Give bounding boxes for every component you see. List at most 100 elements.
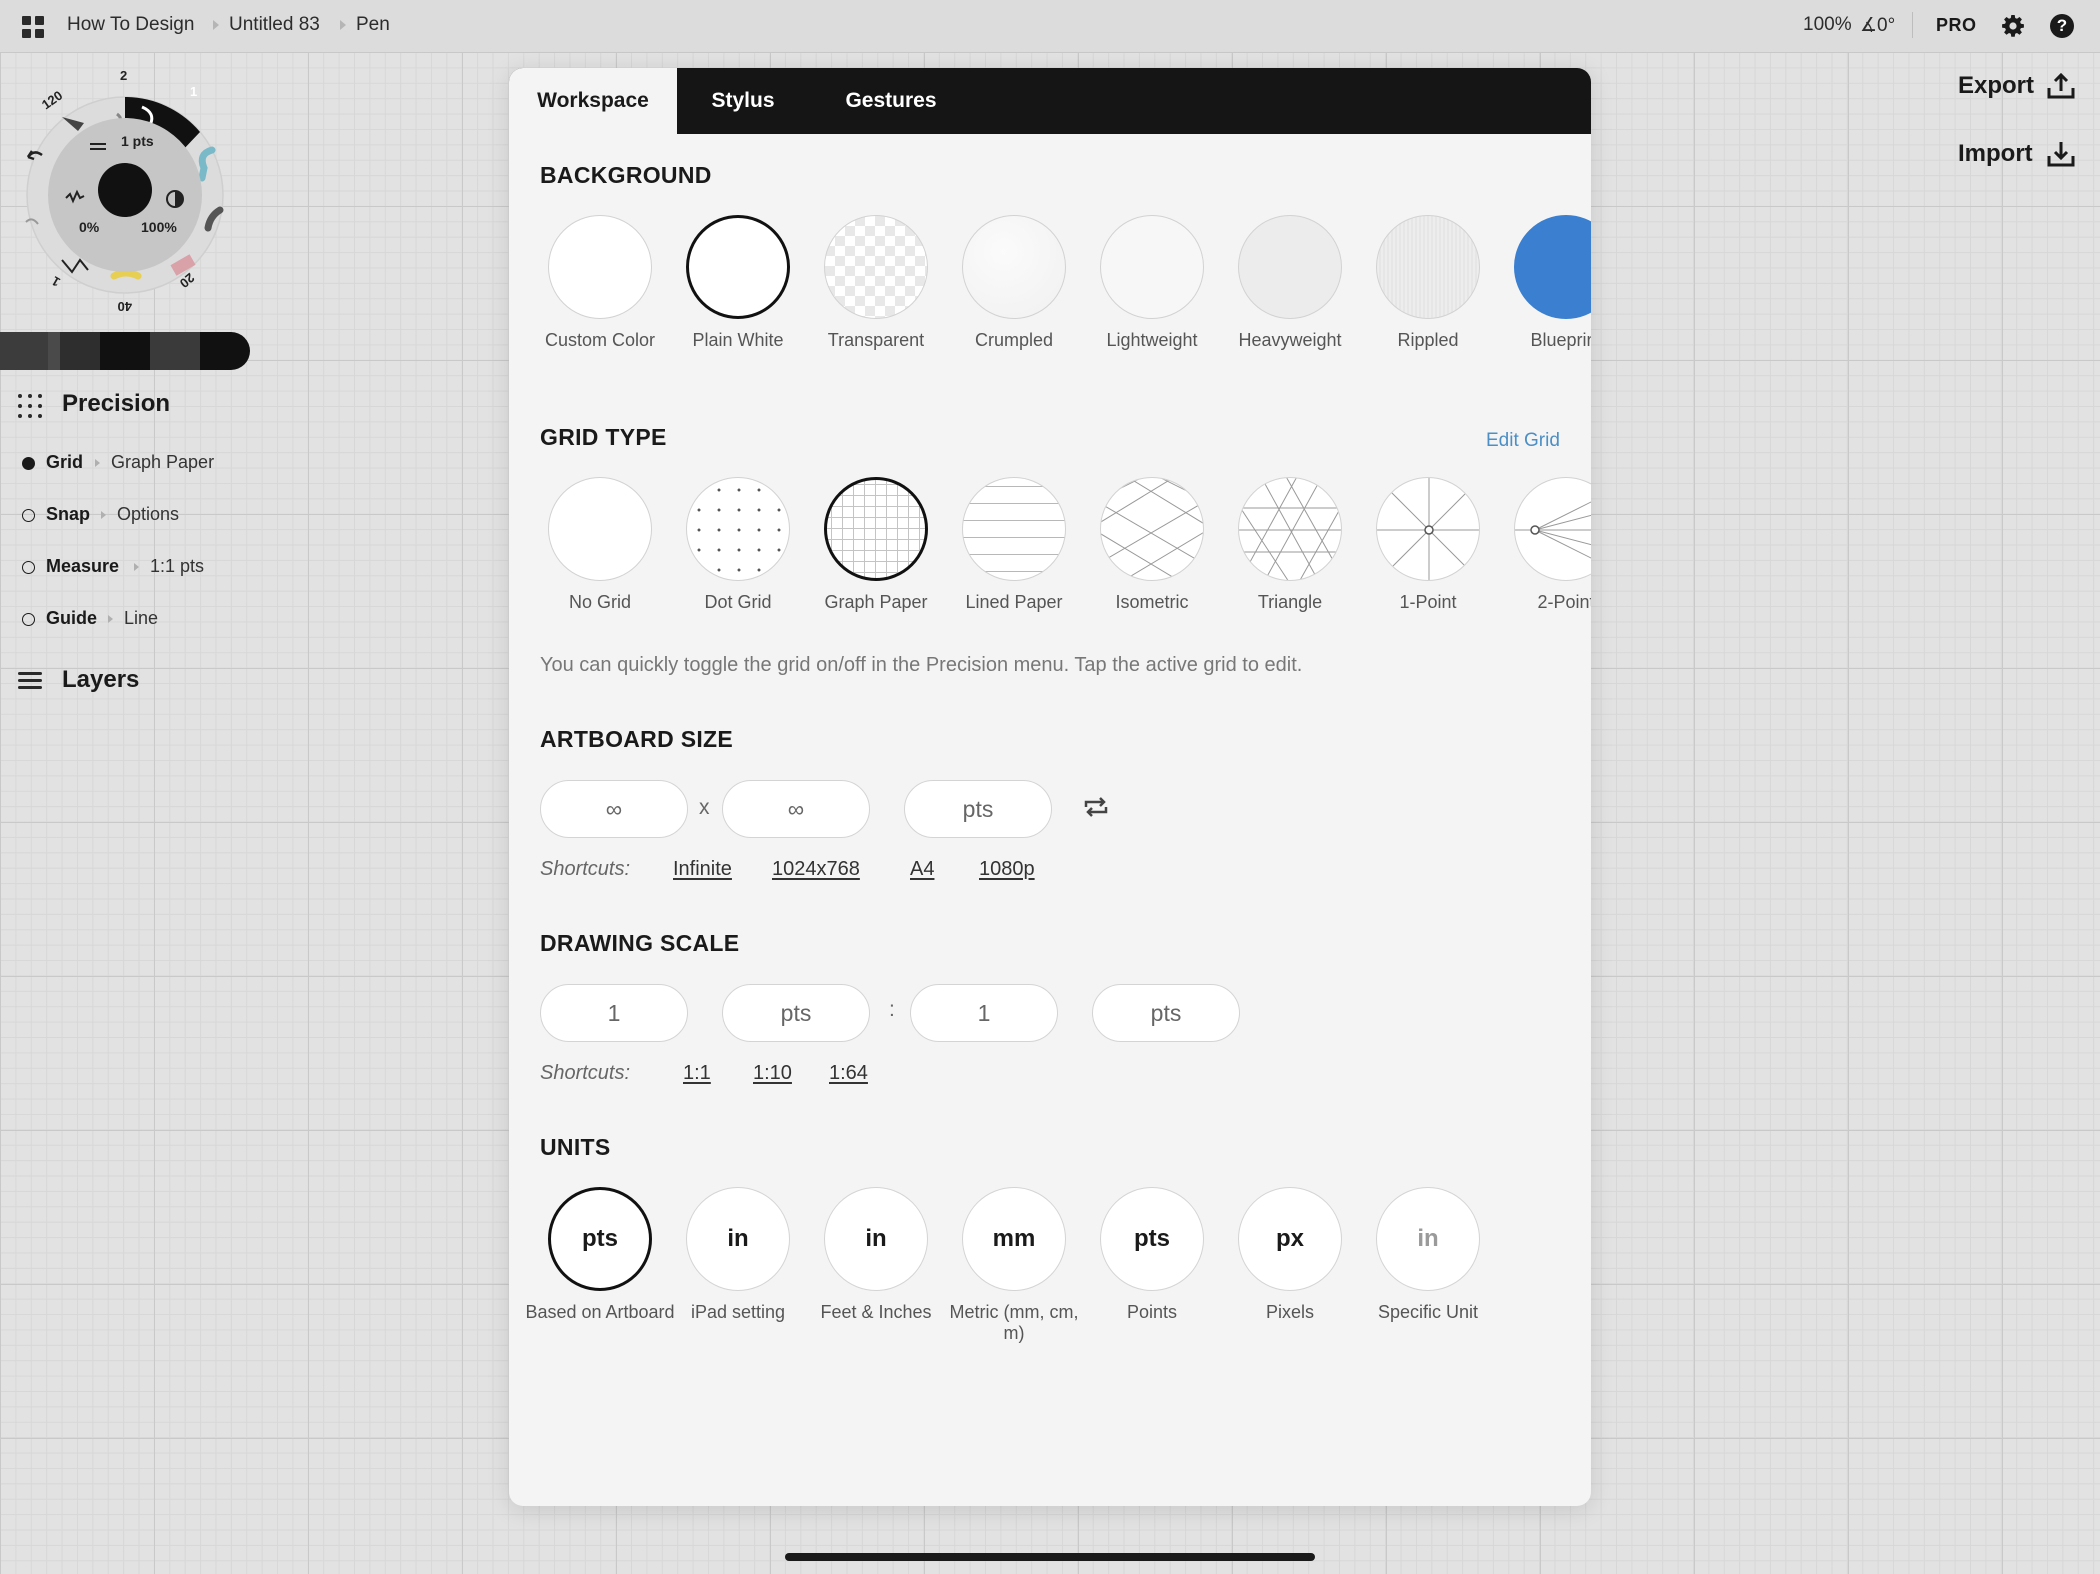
- unit-label: Specific Unit: [1377, 1302, 1479, 1322]
- background-rippled[interactable]: [1376, 215, 1480, 319]
- guide-toggle-dot[interactable]: [22, 613, 35, 626]
- artboard-shortcut-a4[interactable]: A4: [910, 858, 934, 881]
- help-icon[interactable]: ?: [2050, 14, 2074, 38]
- precision-title: Precision: [62, 390, 171, 417]
- tab-stylus[interactable]: Stylus: [677, 68, 809, 134]
- background-transparent[interactable]: [824, 215, 928, 319]
- brush-wheel[interactable]: 1 pts 0% 100% 120 2 1 40 20 1: [22, 62, 252, 312]
- background-blueprint[interactable]: [1514, 215, 1591, 319]
- gear-icon[interactable]: [2001, 14, 2025, 38]
- artboard-unit-select[interactable]: pts: [904, 780, 1052, 838]
- chevron-right-icon: [134, 563, 139, 571]
- swatch-label: No Grid: [568, 592, 631, 612]
- unit-label: iPad setting: [690, 1302, 786, 1322]
- measure-toggle-dot[interactable]: [22, 561, 35, 574]
- grid-one-point[interactable]: [1376, 477, 1480, 581]
- scale-right-unit-select[interactable]: pts: [1092, 984, 1240, 1042]
- color-palette-bar[interactable]: [0, 332, 250, 370]
- breadcrumb-separator: [340, 20, 346, 30]
- brush-opacity-label[interactable]: 0%: [79, 219, 100, 235]
- artboard-height-field[interactable]: ∞: [722, 780, 870, 838]
- zoom-level[interactable]: 100%: [1803, 14, 1852, 36]
- grid-two-point[interactable]: [1514, 477, 1591, 581]
- background-heavyweight[interactable]: [1238, 215, 1342, 319]
- preset-label: 120: [39, 88, 65, 113]
- edit-grid-link[interactable]: Edit Grid: [1486, 430, 1560, 452]
- export-label: Export: [1958, 72, 2035, 99]
- swatch-label: Blueprint: [1530, 330, 1591, 350]
- scale-right-value-field[interactable]: 1: [910, 984, 1058, 1042]
- swatch-label: Transparent: [827, 330, 925, 350]
- breadcrumb-gallery[interactable]: How To Design: [67, 14, 194, 36]
- scale-shortcuts-label: Shortcuts:: [540, 1062, 631, 1084]
- pro-badge[interactable]: PRO: [1936, 15, 1977, 36]
- grid-type-section-title: GRID TYPE: [540, 424, 667, 450]
- precision-row-value[interactable]: Options: [117, 504, 179, 525]
- grid-dot-grid[interactable]: [686, 477, 790, 581]
- tab-workspace[interactable]: Workspace: [509, 68, 677, 134]
- swatch-label: Rippled: [1397, 330, 1459, 350]
- artboard-width-field[interactable]: ∞: [540, 780, 688, 838]
- unit-ipad-setting[interactable]: in: [686, 1187, 790, 1291]
- background-lightweight[interactable]: [1100, 215, 1204, 319]
- breadcrumb-drawing[interactable]: Untitled 83: [229, 14, 320, 36]
- divider: [1912, 12, 1913, 38]
- preset-label: 1: [49, 273, 63, 290]
- rotation-angle[interactable]: ∡0°: [1860, 14, 1895, 37]
- unit-pixels[interactable]: px: [1238, 1187, 1342, 1291]
- grid-no-grid[interactable]: [548, 477, 652, 581]
- home-indicator[interactable]: [785, 1553, 1315, 1561]
- background-plain-white[interactable]: [686, 215, 790, 319]
- breadcrumb-tool[interactable]: Pen: [356, 14, 390, 36]
- artboard-section-title: ARTBOARD SIZE: [540, 726, 734, 752]
- precision-row-value[interactable]: Line: [124, 608, 158, 629]
- unit-metric[interactable]: mm: [962, 1187, 1066, 1291]
- unit-specific-unit[interactable]: in: [1376, 1187, 1480, 1291]
- unit-based-on-artboard[interactable]: pts: [548, 1187, 652, 1291]
- triangle-pattern-icon: [1239, 478, 1341, 580]
- scale-shortcut-1-10[interactable]: 1:10: [753, 1062, 792, 1085]
- precision-row-name: Grid: [46, 452, 84, 472]
- artboard-shortcut-infinite[interactable]: Infinite: [673, 858, 732, 881]
- chevron-right-icon: [101, 511, 106, 519]
- grid-toggle-dot[interactable]: [22, 457, 35, 470]
- precision-row-name: Guide: [46, 608, 98, 628]
- dimension-separator: x: [699, 796, 710, 819]
- chevron-right-icon: [95, 459, 100, 467]
- precision-row-value[interactable]: 1:1 pts: [150, 556, 204, 577]
- background-custom-color[interactable]: [548, 215, 652, 319]
- drawing-scale-section-title: DRAWING SCALE: [540, 930, 740, 956]
- grid-graph-paper[interactable]: [824, 477, 928, 581]
- breadcrumb-separator: [213, 20, 219, 30]
- swatch-label: 1-Point: [1399, 592, 1457, 612]
- scale-shortcut-1-1[interactable]: 1:1: [683, 1062, 711, 1085]
- background-section-title: BACKGROUND: [540, 162, 712, 188]
- swatch-label: 2-Point: [1537, 592, 1591, 612]
- background-crumpled[interactable]: [962, 215, 1066, 319]
- artboard-shortcut-1080p[interactable]: 1080p: [979, 858, 1035, 881]
- scale-left-value-field[interactable]: 1: [540, 984, 688, 1042]
- preset-label: 40: [118, 299, 132, 312]
- tab-gestures[interactable]: Gestures: [809, 68, 973, 134]
- grid-lined-paper[interactable]: [962, 477, 1066, 581]
- precision-icon: [18, 394, 42, 418]
- snap-toggle-dot[interactable]: [22, 509, 35, 522]
- isometric-pattern-icon: [1101, 478, 1203, 580]
- scale-left-unit-select[interactable]: pts: [722, 984, 870, 1042]
- swatch-label: Dot Grid: [704, 592, 772, 612]
- scale-shortcut-1-64[interactable]: 1:64: [829, 1062, 868, 1085]
- chevron-right-icon: [108, 615, 113, 623]
- brush-size-label[interactable]: 1 pts: [121, 133, 154, 149]
- brush-smoothing-label[interactable]: 100%: [141, 219, 177, 235]
- unit-feet-inches[interactable]: in: [824, 1187, 928, 1291]
- unit-points[interactable]: pts: [1100, 1187, 1204, 1291]
- grid-triangle[interactable]: [1238, 477, 1342, 581]
- swatch-label: Plain White: [692, 330, 784, 350]
- swap-orientation-icon[interactable]: [1082, 795, 1110, 819]
- apps-grid-icon[interactable]: [22, 16, 44, 38]
- top-bar: How To Design Untitled 83 Pen 100% ∡0° P…: [0, 0, 2100, 53]
- grid-isometric[interactable]: [1100, 477, 1204, 581]
- artboard-shortcut-1024x768[interactable]: 1024x768: [772, 858, 860, 881]
- swatch-label: Heavyweight: [1238, 330, 1342, 350]
- precision-row-value[interactable]: Graph Paper: [111, 452, 214, 473]
